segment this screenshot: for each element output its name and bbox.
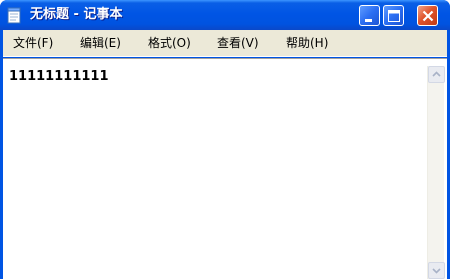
menu-bar: 文件(F) 编辑(E) 格式(O) 查看(V) 帮助(H) xyxy=(3,30,447,57)
text-editor-area[interactable]: 11111111111 xyxy=(3,58,447,279)
maximize-button[interactable] xyxy=(383,5,404,26)
scroll-up-button[interactable] xyxy=(428,66,445,83)
minimize-button[interactable] xyxy=(359,5,380,26)
chevron-up-icon xyxy=(432,71,441,77)
menu-file[interactable]: 文件(F) xyxy=(13,35,53,52)
close-icon xyxy=(422,10,434,22)
chevron-down-icon xyxy=(432,268,441,274)
notepad-app-icon[interactable] xyxy=(7,7,22,24)
minimize-icon xyxy=(365,19,372,22)
notepad-window: 无标题 - 记事本 文件(F) 编辑(E) 格式(O) 查看(V) 帮助(H) … xyxy=(0,0,450,279)
maximize-icon xyxy=(388,10,400,22)
menu-view[interactable]: 查看(V) xyxy=(217,35,259,52)
editor-content: 11111111111 xyxy=(9,69,109,84)
menu-help[interactable]: 帮助(H) xyxy=(286,35,328,52)
vertical-scrollbar[interactable] xyxy=(427,66,445,279)
title-bar[interactable]: 无标题 - 记事本 xyxy=(0,0,450,30)
menu-edit[interactable]: 编辑(E) xyxy=(80,35,121,52)
close-button[interactable] xyxy=(417,5,438,26)
menu-format[interactable]: 格式(O) xyxy=(148,35,191,52)
window-title: 无标题 - 记事本 xyxy=(30,7,123,22)
scroll-down-button[interactable] xyxy=(428,262,445,279)
